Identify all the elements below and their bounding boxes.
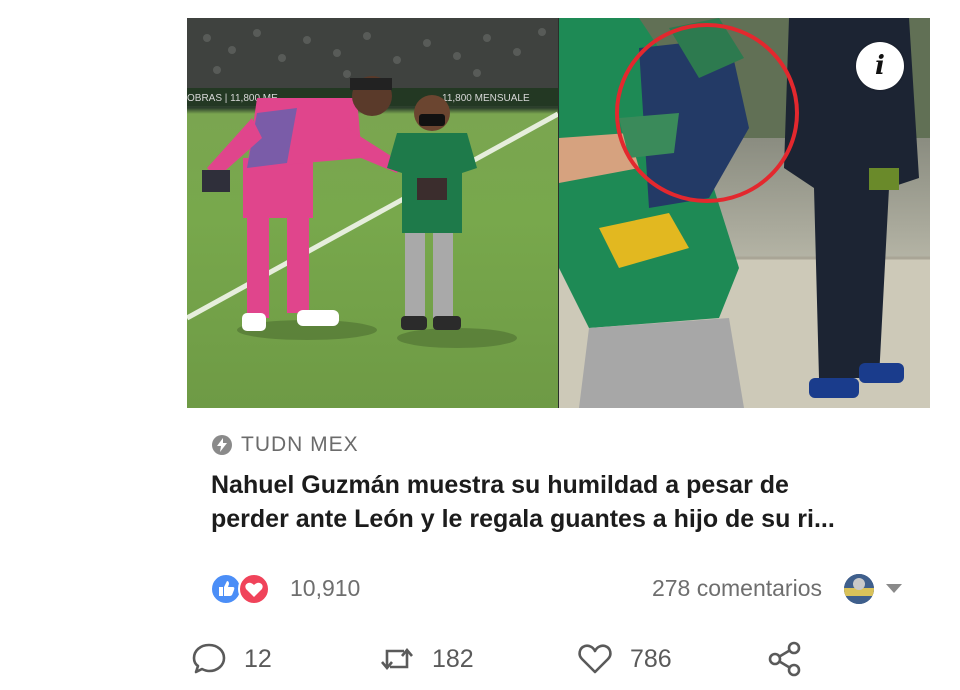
avatar-image [844, 574, 874, 604]
share-button[interactable] [766, 640, 804, 678]
like-button[interactable]: 786 [576, 640, 672, 678]
reply-count: 12 [244, 644, 272, 673]
like-count: 786 [630, 644, 672, 673]
action-bar: 12 182 786 [190, 640, 820, 684]
goalkeeper-scene: OBRAS | 11,800 ME 11,800 MENSUALE [187, 18, 558, 348]
retweet-count: 182 [432, 644, 474, 673]
headline-line-2: perder ante León y le regala guantes a h… [211, 505, 835, 533]
headline-line-1: Nahuel Guzmán muestra su humildad a pesa… [211, 471, 789, 499]
reaction-count[interactable]: 10,910 [290, 575, 360, 602]
photo-gloves-closeup: i [559, 18, 930, 408]
photo-goalkeeper-and-child: OBRAS | 11,800 ME 11,800 MENSUALE [187, 18, 558, 408]
comments-count[interactable]: 278 comentarios [652, 575, 822, 602]
stadium-banner: 11,800 MENSUALE [442, 93, 530, 104]
post-headline[interactable]: Nahuel Guzmán muestra su humildad a pesa… [211, 468, 911, 536]
love-icon [238, 573, 270, 605]
bolt-circle-icon [212, 435, 232, 455]
retweet-icon [381, 647, 413, 671]
chevron-down-icon[interactable] [886, 584, 902, 593]
source-name: TUDN MEX [241, 433, 359, 456]
link-source[interactable]: TUDN MEX [211, 433, 359, 457]
reaction-icons[interactable] [210, 572, 274, 606]
reactions-summary: 10,910 278 comentarios [210, 570, 910, 610]
post-media[interactable]: OBRAS | 11,800 ME 11,800 MENSUALE i [187, 18, 930, 408]
reply-button[interactable]: 12 [190, 640, 272, 678]
post-card[interactable]: OBRAS | 11,800 ME 11,800 MENSUALE i TUDN… [187, 18, 930, 553]
info-icon[interactable]: i [856, 42, 904, 90]
like-icon [210, 573, 242, 605]
child-figure [387, 95, 477, 330]
heart-icon [578, 644, 612, 674]
avatar[interactable] [844, 574, 874, 604]
share-icon [768, 641, 801, 677]
comment-icon [192, 643, 226, 674]
retweet-button[interactable]: 182 [378, 640, 474, 678]
